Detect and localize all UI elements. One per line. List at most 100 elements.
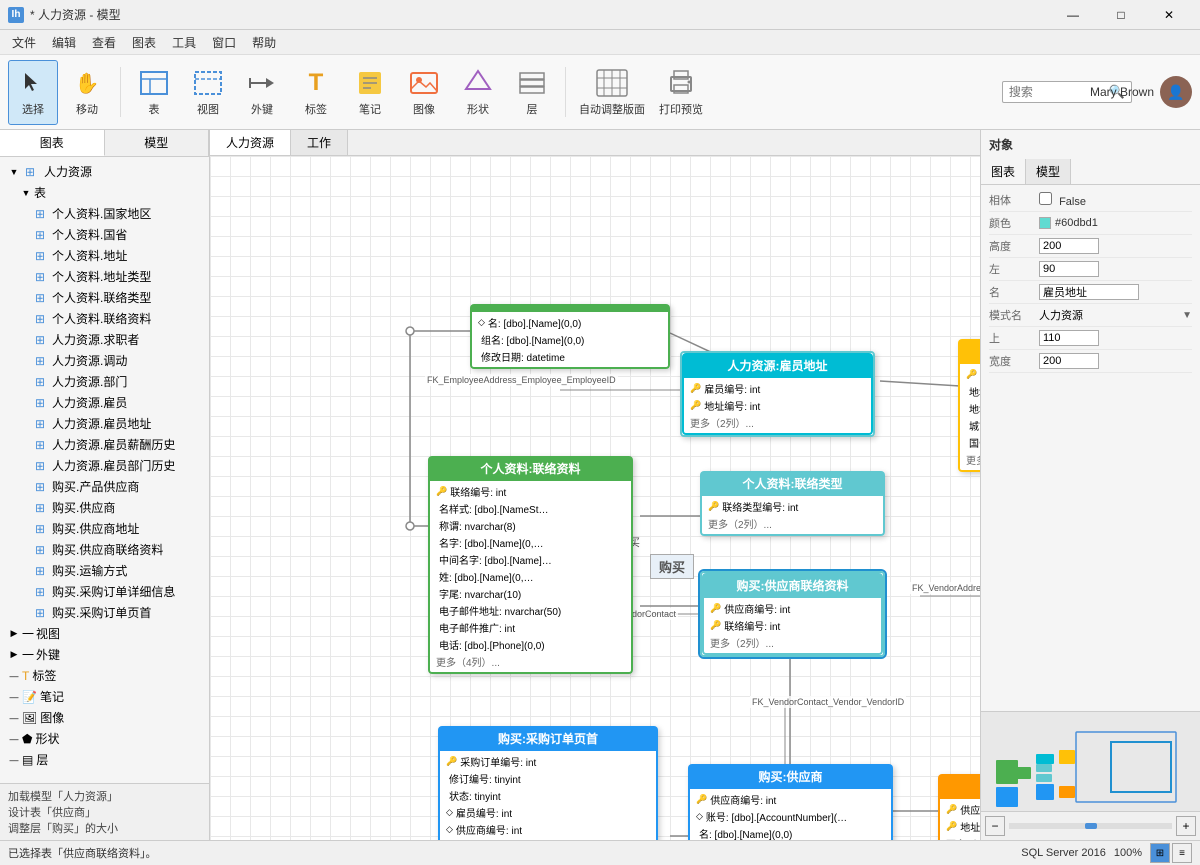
tool-autofit[interactable]: 自动调整版面 bbox=[574, 60, 650, 125]
schema-dropdown[interactable]: 人力资源 ▼ bbox=[1039, 307, 1192, 323]
tree-item-t19[interactable]: ⊞购买.采购订单详细信息 bbox=[0, 581, 209, 602]
zoom-controls: − + bbox=[981, 811, 1200, 840]
tree-item-notes[interactable]: — 📝 笔记 bbox=[0, 686, 209, 707]
tree-item-t13[interactable]: ⊞人力资源.雇员部门历史 bbox=[0, 455, 209, 476]
minimize-button[interactable]: — bbox=[1050, 0, 1096, 30]
menu-tools[interactable]: 工具 bbox=[164, 32, 204, 53]
prop-input-name[interactable] bbox=[1039, 284, 1139, 300]
close-button[interactable]: ✕ bbox=[1146, 0, 1192, 30]
tool-move[interactable]: ✋ 移动 bbox=[62, 60, 112, 125]
tree-item-shapes[interactable]: — ⬟ 形状 bbox=[0, 728, 209, 749]
tool-shape[interactable]: 形状 bbox=[453, 60, 503, 125]
tool-select[interactable]: 选择 bbox=[8, 60, 58, 125]
tool-view[interactable]: 视图 bbox=[183, 60, 233, 125]
tree-expand-fk: ▶ bbox=[8, 649, 20, 661]
center-tab-hr[interactable]: 人力资源 bbox=[210, 130, 291, 155]
menubar: 文件 编辑 查看 图表 工具 窗口 帮助 bbox=[0, 30, 1200, 55]
autofit-icon bbox=[596, 67, 628, 99]
left-panel: 图表 模型 ▼ ⊞ 人力资源 ▼ 表 ⊞个人资料.国家地区 ⊞个人资料.国省 ⊞… bbox=[0, 130, 210, 840]
t3-icon: ⊞ bbox=[32, 248, 48, 264]
tree-item-t6[interactable]: ⊞个人资料.联络资料 bbox=[0, 308, 209, 329]
table-row: 名字: [dbo].[Name](0,… bbox=[430, 534, 631, 551]
tree-label-t15: 购买.供应商 bbox=[52, 499, 115, 516]
er-table-purchase-order[interactable]: 购买:采购订单页首 🔑采购订单编号: int 修订编号: tinyint 状态:… bbox=[438, 726, 658, 840]
er-table-vendor-contact[interactable]: 购买:供应商联络资料 🔑供应商编号: int 🔑联络编号: int 更多（2列）… bbox=[700, 571, 885, 657]
tool-autofit-label: 自动调整版面 bbox=[579, 101, 645, 117]
menu-edit[interactable]: 编辑 bbox=[44, 32, 84, 53]
prop-input-height[interactable] bbox=[1039, 238, 1099, 254]
tree-item-t16[interactable]: ⊞购买.供应商地址 bbox=[0, 518, 209, 539]
table-row: ◇账号: [dbo].[AccountNumber](… bbox=[690, 808, 891, 825]
right-tab-model[interactable]: 模型 bbox=[1026, 159, 1071, 184]
left-tab-diagram[interactable]: 图表 bbox=[0, 130, 105, 156]
er-table-personal-contact[interactable]: 个人资料:联络资料 🔑联络编号: int 名样式: [dbo].[NameSt…… bbox=[428, 456, 633, 674]
center-tab-work[interactable]: 工作 bbox=[291, 130, 348, 155]
canvas-area[interactable]: FK_EmployeeAddress_Employee_EmployeeID F… bbox=[210, 156, 980, 840]
menu-view[interactable]: 查看 bbox=[84, 32, 124, 53]
prop-row-schema: 模式名 人力资源 ▼ bbox=[989, 304, 1192, 327]
er-table-contact-type[interactable]: 个人资料:联络类型 🔑联络类型编号: int 更多（2列）... bbox=[700, 471, 885, 536]
t15-icon: ⊞ bbox=[32, 500, 48, 516]
tool-tag[interactable]: T 标签 bbox=[291, 60, 341, 125]
solid-checkbox[interactable] bbox=[1039, 192, 1052, 205]
prop-input-left[interactable] bbox=[1039, 261, 1099, 277]
tree-item-t5[interactable]: ⊞个人资料.联络类型 bbox=[0, 287, 209, 308]
tree-item-layers[interactable]: — ▤ 层 bbox=[0, 749, 209, 770]
tree-item-t4[interactable]: ⊞个人资料.地址类型 bbox=[0, 266, 209, 287]
left-tab-model[interactable]: 模型 bbox=[105, 130, 210, 156]
er-table-personal-address[interactable]: 个人资料:地址 🔑地址编号: int 地址 1: nvarchar(… 地址 2… bbox=[958, 339, 980, 472]
tree-item-t9[interactable]: ⊞人力资源.部门 bbox=[0, 371, 209, 392]
tree-item-t8[interactable]: ⊞人力资源.调动 bbox=[0, 350, 209, 371]
color-swatch[interactable] bbox=[1039, 217, 1051, 229]
grid-view-button[interactable]: ⊞ bbox=[1150, 843, 1170, 863]
tree-item-t17[interactable]: ⊞购买.供应商联络资料 bbox=[0, 539, 209, 560]
tree-item-fk[interactable]: ▶ 一外键 bbox=[0, 644, 209, 665]
er-table-vendor-address[interactable]: 购买:供应商地址 🔑供应商编号: int 🔑地址编号: int 更多（2列）..… bbox=[938, 774, 980, 840]
list-view-button[interactable]: ≡ bbox=[1172, 843, 1192, 863]
tree-item-t15[interactable]: ⊞购买.供应商 bbox=[0, 497, 209, 518]
tool-print[interactable]: 打印预览 bbox=[654, 60, 708, 125]
tree-item-tables[interactable]: ▼ 表 bbox=[0, 182, 209, 203]
menu-help[interactable]: 帮助 bbox=[244, 32, 284, 53]
menu-diagram[interactable]: 图表 bbox=[124, 32, 164, 53]
tree-item-t1[interactable]: ⊞个人资料.国家地区 bbox=[0, 203, 209, 224]
table-row: 🔑采购订单编号: int bbox=[440, 753, 656, 770]
zoom-slider-thumb[interactable] bbox=[1085, 823, 1097, 829]
tool-image[interactable]: 图像 bbox=[399, 60, 449, 125]
fk-icon bbox=[246, 67, 278, 99]
zoom-out-button[interactable]: − bbox=[985, 816, 1005, 836]
tree-item-t14[interactable]: ⊞购买.产品供应商 bbox=[0, 476, 209, 497]
key-icon: 🔑 bbox=[696, 794, 707, 805]
tree-item-t12[interactable]: ⊞人力资源.雇员薪酬历史 bbox=[0, 434, 209, 455]
tool-note[interactable]: 笔记 bbox=[345, 60, 395, 125]
prop-input-top[interactable] bbox=[1039, 330, 1099, 346]
er-table-unnamed[interactable]: ◇名: [dbo].[Name](0,0) 组名: [dbo].[Name](0… bbox=[470, 304, 670, 369]
prop-row-top: 上 bbox=[989, 327, 1192, 350]
tree-item-root[interactable]: ▼ ⊞ 人力资源 bbox=[0, 161, 209, 182]
tree-item-t18[interactable]: ⊞购买.运输方式 bbox=[0, 560, 209, 581]
tool-table[interactable]: 表 bbox=[129, 60, 179, 125]
er-table-vendor[interactable]: 购买:供应商 🔑供应商编号: int ◇账号: [dbo].[AccountNu… bbox=[688, 764, 893, 840]
zoom-in-button[interactable]: + bbox=[1176, 816, 1196, 836]
right-tab-diagram[interactable]: 图表 bbox=[981, 159, 1026, 184]
tree-item-views[interactable]: ▶ 一视图 bbox=[0, 623, 209, 644]
menu-file[interactable]: 文件 bbox=[4, 32, 44, 53]
prop-input-width[interactable] bbox=[1039, 353, 1099, 369]
toolbar-separator-1 bbox=[120, 67, 121, 117]
tool-print-label: 打印预览 bbox=[659, 101, 703, 117]
tool-layer[interactable]: 层 bbox=[507, 60, 557, 125]
tree-item-images[interactable]: — 🖼 图像 bbox=[0, 707, 209, 728]
tree-item-tags[interactable]: — T 标签 bbox=[0, 665, 209, 686]
tree-item-t2[interactable]: ⊞个人资料.国省 bbox=[0, 224, 209, 245]
tree-item-t20[interactable]: ⊞购买.采购订单页首 bbox=[0, 602, 209, 623]
tree-item-t10[interactable]: ⊞人力资源.雇员 bbox=[0, 392, 209, 413]
tool-fk[interactable]: 外键 bbox=[237, 60, 287, 125]
tree-label-t12: 人力资源.雇员薪酬历史 bbox=[52, 436, 175, 453]
menu-window[interactable]: 窗口 bbox=[204, 32, 244, 53]
tree-item-t11[interactable]: ⊞人力资源.雇员地址 bbox=[0, 413, 209, 434]
tree-item-t3[interactable]: ⊞个人资料.地址 bbox=[0, 245, 209, 266]
er-table-employee-address[interactable]: 人力资源:雇员地址 🔑雇员编号: int 🔑地址编号: int 更多（2列）..… bbox=[680, 351, 875, 437]
er-table-body-vc: 🔑供应商编号: int 🔑联络编号: int 更多（2列）... bbox=[702, 598, 883, 655]
tree-item-t7[interactable]: ⊞人力资源.求职者 bbox=[0, 329, 209, 350]
maximize-button[interactable]: □ bbox=[1098, 0, 1144, 30]
